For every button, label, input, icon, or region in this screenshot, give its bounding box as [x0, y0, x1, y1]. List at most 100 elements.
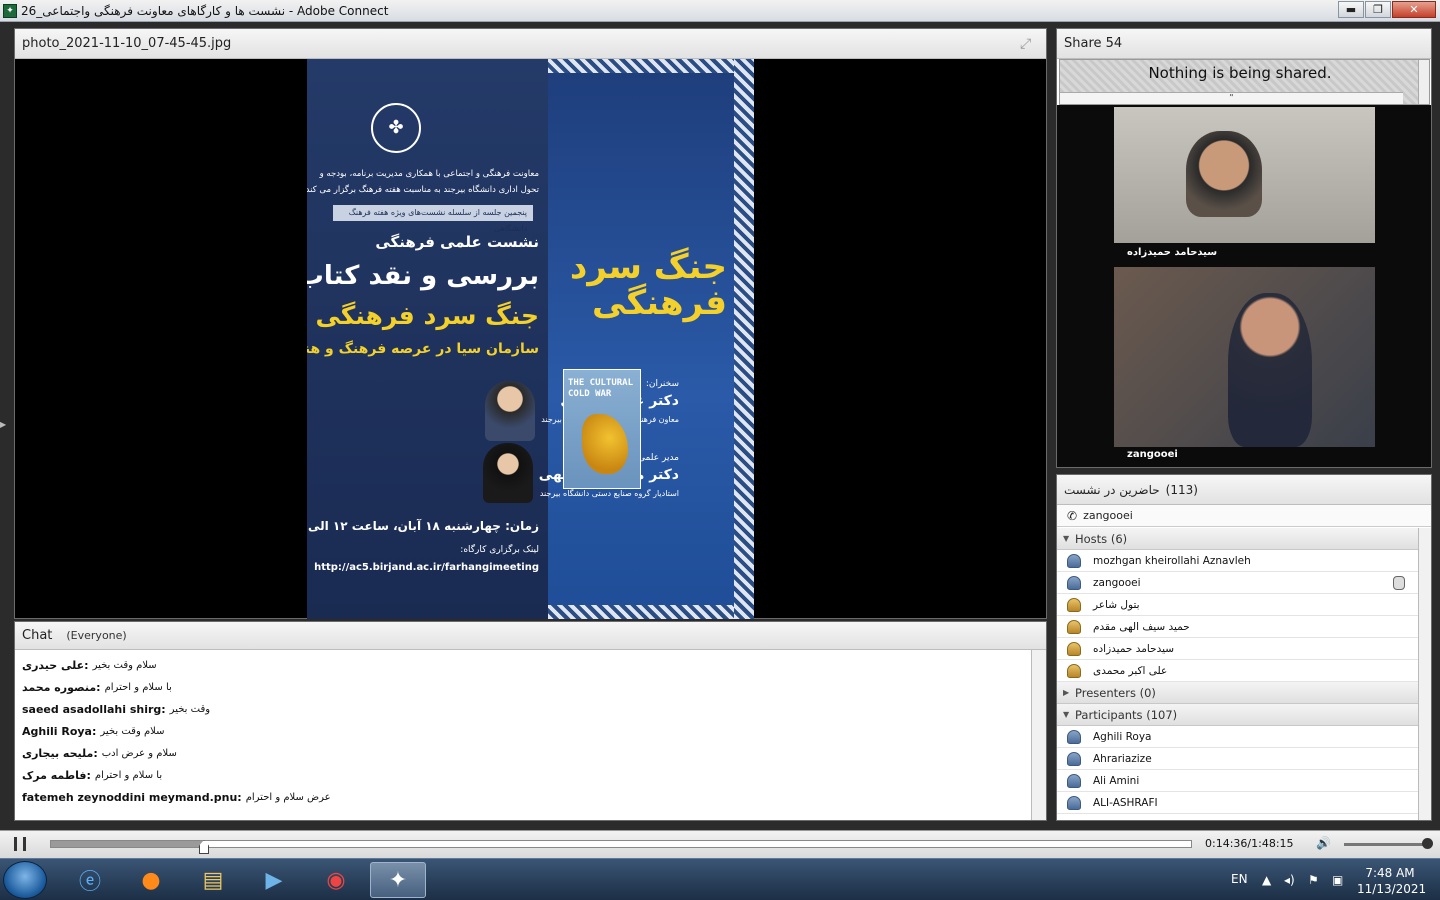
- window-titlebar: ✦ نشست ها و کارگاهای معاونت فرهنگی واجتم…: [0, 0, 1440, 22]
- taskbar-clock[interactable]: 7:48 AM 11/13/2021: [1357, 865, 1427, 897]
- share-54-content: Nothing is being shared. ": [1059, 59, 1430, 105]
- book-title-fa: جنگ سرد فرهنگی: [569, 247, 727, 323]
- network-icon[interactable]: ▣: [1332, 873, 1343, 887]
- attendee-name: بتول شاعر: [1093, 598, 1140, 611]
- user-icon: [1067, 729, 1081, 744]
- side-collapse-arrow-icon[interactable]: ▶: [0, 420, 8, 430]
- chat-messages: علی حیدری: سلام وقت بخیر منصوره محمد: با سل…: [15, 650, 1032, 820]
- moderator-role: استادیار گروه صنایع دستی دانشگاه بیرجند: [539, 489, 679, 498]
- chat-sender: علی حیدری:: [22, 658, 89, 672]
- chat-sender: Aghili Roya:: [22, 724, 97, 738]
- poster-time: زمان: چهارشنبه ۱۸ آبان، ساعت ۱۲ الی ۱۴: [307, 519, 539, 533]
- attendee-name: zangooei: [1093, 576, 1141, 589]
- camera-feed-1: [1114, 107, 1375, 243]
- window-title: نشست ها و کارگاهای معاونت فرهنگی واجتماع…: [21, 3, 389, 18]
- attendee-group-header[interactable]: ▼ Hosts (6): [1057, 528, 1419, 550]
- user-icon: [1067, 773, 1081, 788]
- collapsed-triangle-icon: ▶: [1063, 688, 1070, 697]
- seek-track[interactable]: [50, 840, 1192, 848]
- poster-side-border: [734, 59, 754, 619]
- speaker-label: سخنران:: [645, 379, 679, 389]
- share-54-hscroll[interactable]: ": [1060, 92, 1403, 104]
- playback-bar: 0:14:36/1:48:15 🔊: [0, 830, 1440, 858]
- attendee-row[interactable]: zangooei: [1057, 572, 1419, 594]
- attendee-group-name: Participants (107): [1075, 707, 1178, 722]
- minimize-button[interactable]: ▬: [1338, 1, 1364, 18]
- attendee-row[interactable]: Ahrariazize: [1057, 748, 1419, 770]
- volume-thumb[interactable]: [1422, 838, 1433, 849]
- file-explorer-icon[interactable]: ▤: [185, 862, 241, 898]
- chat-scrollbar[interactable]: [1031, 650, 1046, 820]
- windows-taskbar: ⓔ ● ▤ ▶ ◉ ✦ EN ▲ ◂) ⚑ ▣ 7:48 AM 11/13/20…: [0, 858, 1440, 900]
- poster-banner: پنجمین جلسه از سلسله نشست‌های ویژه هفته …: [333, 205, 533, 233]
- clock-date: 11/13/2021: [1357, 882, 1427, 896]
- speaker-photo: [485, 381, 535, 441]
- tray-expand-icon[interactable]: ▲: [1262, 873, 1271, 887]
- chat-text: با سلام و احترام: [104, 681, 172, 693]
- attendee-row[interactable]: علی اکبر محمدی: [1057, 660, 1419, 682]
- attendee-scrollbar[interactable]: [1418, 528, 1431, 820]
- eagle-icon: [582, 414, 628, 474]
- chat-text: وقت بخیر: [169, 703, 211, 715]
- share-pod-header: photo_2021-11-10_07-45-45.jpg ⤢: [15, 29, 1046, 59]
- shared-poster-image: ✤ معاونت فرهنگی و اجتماعی با همکاری مدیر…: [307, 59, 754, 619]
- phone-icon: ✆: [1067, 508, 1078, 523]
- attendee-group-header[interactable]: ▶ Presenters (0): [1057, 682, 1419, 704]
- media-player-icon[interactable]: ▶: [246, 862, 302, 898]
- close-button[interactable]: ✕: [1392, 1, 1436, 18]
- attendee-name: حمید سیف الهی مقدم: [1093, 620, 1190, 633]
- user-icon: [1067, 575, 1081, 590]
- camera-pod: سیدحامد حمیدزاده zangooei: [1057, 105, 1431, 467]
- attendee-row[interactable]: بتول شاعر: [1057, 594, 1419, 616]
- user-icon: [1067, 795, 1081, 810]
- chat-text: با سلام و احترام: [94, 769, 163, 781]
- chat-message: fatemeh zeynoddini meymand.pnu: عرض سلام …: [15, 786, 1032, 808]
- attendees-count: (113): [1165, 482, 1198, 497]
- user-icon: [1067, 663, 1081, 678]
- adobe-connect-task-icon[interactable]: ✦: [370, 862, 426, 898]
- attendee-name: سیدحامد حمیدزاده: [1093, 642, 1175, 655]
- attendee-group-header[interactable]: ▼ Participants (107): [1057, 704, 1419, 726]
- maximize-button[interactable]: ❐: [1365, 1, 1391, 18]
- start-button[interactable]: [3, 861, 47, 899]
- chat-sender: فاطمه مرک:: [22, 768, 91, 782]
- attendee-row[interactable]: Ali Amini: [1057, 770, 1419, 792]
- book-cover-image: THE CULTURAL COLD WAR: [563, 369, 641, 489]
- chat-sender: منصوره محمد:: [22, 680, 101, 694]
- speaker-icon[interactable]: 🔊: [1316, 836, 1331, 850]
- language-indicator[interactable]: EN: [1231, 872, 1248, 886]
- moderator-photo: [483, 443, 533, 503]
- chat-text: سلام وقت بخیر: [100, 725, 165, 737]
- attendees-pod: حاضرین در نشست (113) ✆ zangooei ▼ Hosts (…: [1056, 474, 1432, 821]
- volume-tray-icon[interactable]: ◂): [1284, 873, 1295, 887]
- action-center-flag-icon[interactable]: ⚑: [1308, 873, 1319, 887]
- microphone-icon: [1393, 576, 1405, 590]
- attendee-name: Ali Amini: [1093, 774, 1140, 787]
- attendee-row[interactable]: mozhgan kheirollahi Aznavleh: [1057, 550, 1419, 572]
- user-icon: [1067, 751, 1081, 766]
- chat-message: فاطمه مرک: با سلام و احترام: [15, 764, 1032, 786]
- fullscreen-icon[interactable]: ⤢: [1020, 36, 1036, 52]
- share-54-vscroll[interactable]: [1418, 60, 1429, 104]
- firefox-icon[interactable]: ●: [123, 862, 179, 898]
- chat-text: سلام وقت بخیر: [92, 659, 157, 671]
- pause-button[interactable]: [14, 837, 26, 851]
- internet-explorer-icon[interactable]: ⓔ: [62, 862, 118, 898]
- poster-org-line2: تحول اداری دانشگاه بیرجند به مناسبت هفته…: [307, 185, 539, 195]
- camera-label-2: zangooei: [1127, 449, 1178, 460]
- attendee-row[interactable]: ALI-ASHRAFI: [1057, 792, 1419, 814]
- attendee-row[interactable]: سیدحامد حمیدزاده: [1057, 638, 1419, 660]
- camera-label-1: سیدحامد حمیدزاده: [1127, 247, 1218, 258]
- attendee-name: Aghili Roya: [1093, 730, 1152, 743]
- chrome-icon[interactable]: ◉: [308, 862, 364, 898]
- poster-headline3: سازمان سیا در عرصه فرهنگ و هنر: [307, 341, 539, 357]
- share-54-header: Share 54: [1057, 29, 1431, 59]
- volume-track[interactable]: [1344, 843, 1430, 846]
- attendee-row[interactable]: حمید سیف الهی مقدم: [1057, 616, 1419, 638]
- camera-feed-2: [1114, 267, 1375, 447]
- poster-link-label: لینک برگزاری کارگاه:: [460, 545, 539, 555]
- nothing-shared-text: Nothing is being shared.: [1148, 64, 1332, 82]
- attendee-row[interactable]: Aghili Roya: [1057, 726, 1419, 748]
- current-user-row[interactable]: ✆ zangooei: [1057, 505, 1431, 527]
- chat-message: ملیحه بیجاری: سلام و عرض ادب: [15, 742, 1032, 764]
